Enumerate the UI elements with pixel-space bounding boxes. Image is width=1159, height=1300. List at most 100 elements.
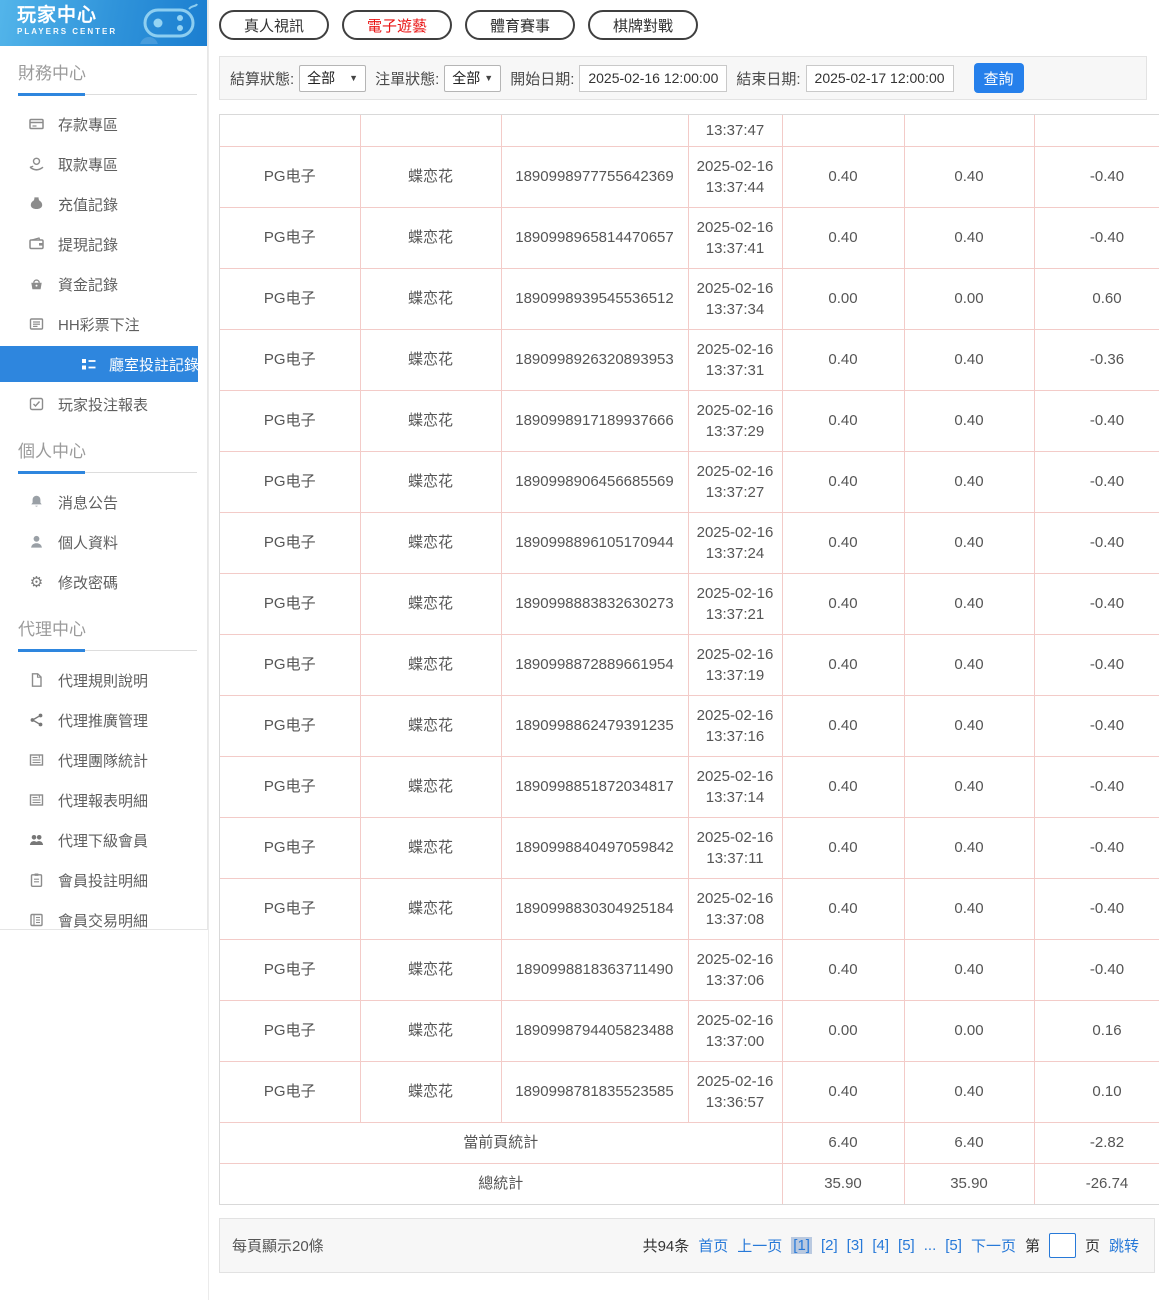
sidebar-item-announcements[interactable]: 消息公告 [0,482,207,522]
share-icon [28,712,45,728]
page-size-text: 每頁顯示20條 [232,1238,324,1255]
total-count-text: 共94条 [642,1238,690,1255]
cell-win-loss: -0.40 [1033,389,1159,452]
cell-game: 蝶恋花 [359,755,502,818]
sidebar-item-member-bet-detail[interactable]: 會員投註明細 [0,860,207,900]
cell-bet-amount: 0.40 [781,1060,905,1123]
cell-bet-amount: 0.40 [781,511,905,574]
sidebar-item-funds-records[interactable]: 資金記錄 [0,264,207,304]
cell-valid-bet: 0.40 [903,450,1035,513]
sidebar-item-label: 提現記錄 [58,236,119,254]
cell-valid-bet: 0.40 [903,938,1035,1001]
cell-order-no: 1890998818363711490 [500,938,689,1001]
query-button[interactable]: 查詢 [973,63,1024,93]
cell-date: 2025-02-16 [696,950,774,968]
page-3-link[interactable]: [3] [847,1237,864,1254]
cell-datetime: 2025-02-16 13:37:27 [687,450,783,513]
next-page-link[interactable]: 下一页 [971,1235,1016,1256]
page-4-link[interactable]: [4] [872,1237,889,1254]
cell-win-loss: -0.40 [1033,633,1159,696]
cell-platform: PG电子 [220,267,361,330]
cell-bet-amount: 0.40 [781,206,905,269]
sidebar-item-label: 廳室投註記錄 [109,356,200,374]
sidebar-item-recharge-records[interactable]: 充值記錄 [0,184,207,224]
list-icon [28,316,45,332]
table-row: PG电子 蝶恋花 1890998917189937666 2025-02-16 13:3… [220,389,1159,452]
table-row: PG电子 蝶恋花 1890998830304925184 2025-02-16 13:3… [220,877,1159,940]
document-icon [28,672,45,688]
cell-time: 13:37:24 [705,544,765,562]
chevron-right-icon: › [199,354,205,374]
prev-page-link[interactable]: 上一页 [737,1235,782,1256]
sidebar-item-label: 個人資料 [58,534,119,552]
cell-game: 蝶恋花 [359,1060,502,1123]
settle-status-select[interactable]: 全部 ▼ [299,64,367,92]
sidebar-item-agent-promotion[interactable]: 代理推廣管理 [0,700,207,740]
cell-datetime: 2025-02-16 13:37:44 [687,145,783,208]
sidebar-item-player-bet-report[interactable]: 玩家投注報表 [0,384,207,424]
sidebar-item-agent-report-detail[interactable]: 代理報表明細 [0,780,207,820]
cell-bet-amount: 0.40 [781,938,905,1001]
cell-game: 蝶恋花 [359,206,502,269]
sidebar-item-room-bet-records[interactable]: 廳室投註記錄 › [0,346,205,382]
cell-date: 2025-02-16 [696,584,774,602]
end-date-input[interactable]: 2025-02-17 12:00:00 [805,64,954,92]
sidebar-header: 玩家中心 PLAYERS CENTER [0,0,207,46]
tab-sports[interactable]: 體育賽事 [465,10,576,40]
purse-icon [28,276,45,292]
cell-datetime: 2025-02-16 13:37:34 [687,267,783,330]
sidebar-item-agent-rules[interactable]: 代理規則說明 [0,660,207,700]
sidebar-item-profile[interactable]: 個人資料 [0,522,207,562]
tab-electronic-games[interactable]: 電子遊藝 [342,10,453,40]
newspaper-icon [28,792,45,808]
jump-button[interactable]: 跳转 [1109,1235,1139,1256]
sidebar-item-label: 存款專區 [58,116,119,134]
cell-order-no: 1890998926320893953 [500,328,689,391]
section-underline [18,93,197,96]
cell-time: 13:37:11 [706,849,764,867]
cell-game: 蝶恋花 [359,877,502,940]
tab-board-games[interactable]: 棋牌對戰 [588,10,699,40]
cell-datetime: 2025-02-16 13:37:06 [687,938,783,1001]
sidebar-item-deposit[interactable]: 存款專區 [0,104,207,144]
start-date-input[interactable]: 2025-02-16 12:00:00 [579,64,728,92]
sidebar-item-agent-sub-members[interactable]: 代理下級會員 [0,820,207,860]
cell-platform: PG电子 [220,1060,361,1123]
first-page-link[interactable]: 首页 [698,1235,728,1256]
cell-datetime: 2025-02-16 13:37:24 [687,511,783,574]
table-row: PG电子 蝶恋花 1890998781835523585 2025-02-16 13:3… [220,1060,1159,1123]
end-date-label: 結束日期: [736,70,801,88]
last-page-link[interactable]: [5] [945,1237,962,1254]
cell-platform: PG电子 [220,633,361,696]
cell-order-no: 1890998794405823488 [500,999,689,1062]
sidebar-item-label: 代理下級會員 [58,832,149,850]
sidebar-item-change-password[interactable]: ⚙ 修改密碼 [0,562,207,602]
people-icon [28,832,45,848]
cell-win-loss: -0.40 [1033,145,1159,208]
cell-platform: PG电子 [220,877,361,940]
cell-win-loss: 0.60 [1033,267,1159,330]
cell-order-no: 1890998862479391235 [500,694,689,757]
gear-icon: ⚙ [29,573,44,591]
jump-page-input[interactable] [1048,1233,1076,1258]
cell-win-loss: -0.40 [1033,694,1159,757]
sidebar-item-cashout-records[interactable]: 提現記錄 [0,224,207,264]
page-2-link[interactable]: [2] [821,1237,838,1254]
cell-time: 13:37:41 [705,239,765,257]
tab-live-video[interactable]: 真人視訊 [219,10,330,40]
sidebar-item-agent-team-stats[interactable]: 代理團隊統計 [0,740,207,780]
cell-valid-bet: 0.00 [903,999,1035,1062]
cell-date: 2025-02-16 [696,1011,774,1029]
cell-datetime: 2025-02-16 13:36:57 [687,1060,783,1123]
page-5-link[interactable]: [5] [898,1237,915,1254]
sidebar-item-label: 資金記錄 [58,276,119,294]
cell-time: 13:37:31 [705,361,765,379]
sidebar-item-hh-lottery[interactable]: HH彩票下注 [0,304,207,344]
sidebar-item-withdraw[interactable]: 取款專區 [0,144,207,184]
cell-valid-bet: 0.40 [903,206,1035,269]
sidebar-item-member-trade-detail[interactable]: 會員交易明細 [0,900,207,940]
sidebar-item-label: HH彩票下注 [58,316,140,334]
total-summary-bet: 35.90 [781,1162,905,1204]
order-status-select[interactable]: 全部 ▼ [444,64,502,92]
sidebar-item-label: 會員投註明細 [58,872,149,890]
